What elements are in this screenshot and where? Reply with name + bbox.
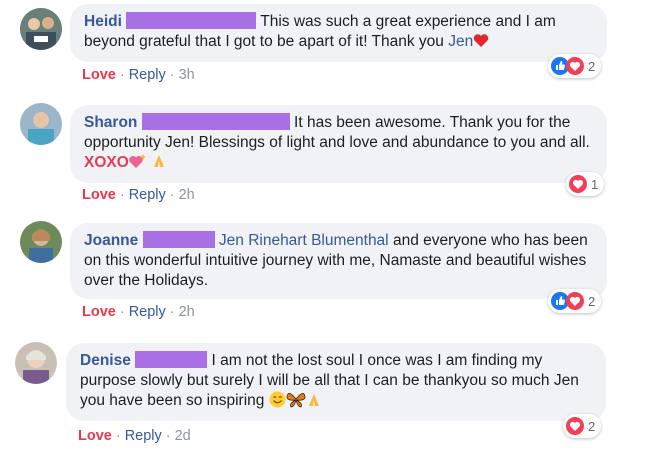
- author-name[interactable]: Joanne: [84, 232, 138, 249]
- praying-hands-emoji: [306, 392, 322, 409]
- timestamp[interactable]: 2h: [179, 187, 195, 203]
- comment-bubble: Heidi This was such a great experience a…: [70, 4, 607, 62]
- comment-bubble: Joanne Jen Rinehart Blumenthal and every…: [70, 223, 607, 299]
- love-link[interactable]: Love: [78, 428, 112, 444]
- comment-bubble: Denise I am not the lost soul I once was…: [66, 343, 606, 421]
- reply-link[interactable]: Reply: [129, 67, 166, 83]
- redacted-name: [142, 231, 215, 248]
- reaction-summary[interactable]: 1: [566, 172, 605, 196]
- reaction-summary[interactable]: 2: [563, 414, 602, 438]
- comment-actions: Love · Reply · 3h: [82, 67, 195, 83]
- author-name[interactable]: Sharon: [84, 114, 137, 131]
- reaction-count: 2: [588, 293, 596, 309]
- author-name[interactable]: Denise: [80, 352, 131, 369]
- reply-link[interactable]: Reply: [129, 187, 166, 203]
- heart-icon: [566, 417, 584, 435]
- heart-emoji: [473, 33, 489, 50]
- love-link[interactable]: Love: [82, 187, 116, 203]
- reaction-count: 2: [588, 58, 596, 74]
- avatar[interactable]: [20, 221, 62, 263]
- smiling-face-emoji: [269, 391, 286, 409]
- comment-actions: Love · Reply · 2h: [82, 187, 195, 203]
- love-link[interactable]: Love: [82, 67, 116, 83]
- heart-icon: [566, 292, 584, 310]
- redacted-name: [141, 113, 290, 130]
- reaction-summary[interactable]: 2: [548, 289, 602, 313]
- reply-link[interactable]: Reply: [125, 428, 162, 444]
- heart-icon: [569, 175, 587, 193]
- timestamp[interactable]: 3h: [179, 67, 195, 83]
- avatar[interactable]: [15, 342, 57, 384]
- avatar-photo: [20, 221, 62, 263]
- reply-link[interactable]: Reply: [129, 304, 166, 320]
- timestamp[interactable]: 2d: [175, 428, 191, 444]
- avatar-photo: [15, 342, 57, 384]
- mention-link[interactable]: Jen: [448, 33, 473, 50]
- praying-hands-emoji: [151, 154, 167, 171]
- reaction-count: 2: [588, 418, 596, 434]
- avatar-photo: [20, 8, 62, 50]
- xoxo-text: XOXO: [84, 154, 129, 171]
- reaction-count: 1: [591, 176, 599, 192]
- avatar-photo: [20, 103, 62, 145]
- avatar[interactable]: [20, 103, 62, 145]
- redacted-name: [135, 351, 208, 368]
- butterfly-emoji: [286, 392, 306, 409]
- love-link[interactable]: Love: [82, 304, 116, 320]
- author-name[interactable]: Heidi: [84, 13, 122, 30]
- comment-actions: Love · Reply · 2d: [78, 428, 191, 444]
- heart-icon: [566, 57, 584, 75]
- mention-link[interactable]: Jen Rinehart Blumenthal: [219, 232, 389, 249]
- timestamp[interactable]: 2h: [179, 304, 195, 320]
- comment-actions: Love · Reply · 2h: [82, 304, 195, 320]
- comment-bubble: Sharon It has been awesome. Thank you fo…: [70, 105, 607, 183]
- avatar[interactable]: [20, 8, 62, 50]
- redacted-name: [126, 12, 257, 29]
- sparkling-heart-emoji: [129, 154, 147, 171]
- reaction-summary[interactable]: 2: [548, 54, 602, 78]
